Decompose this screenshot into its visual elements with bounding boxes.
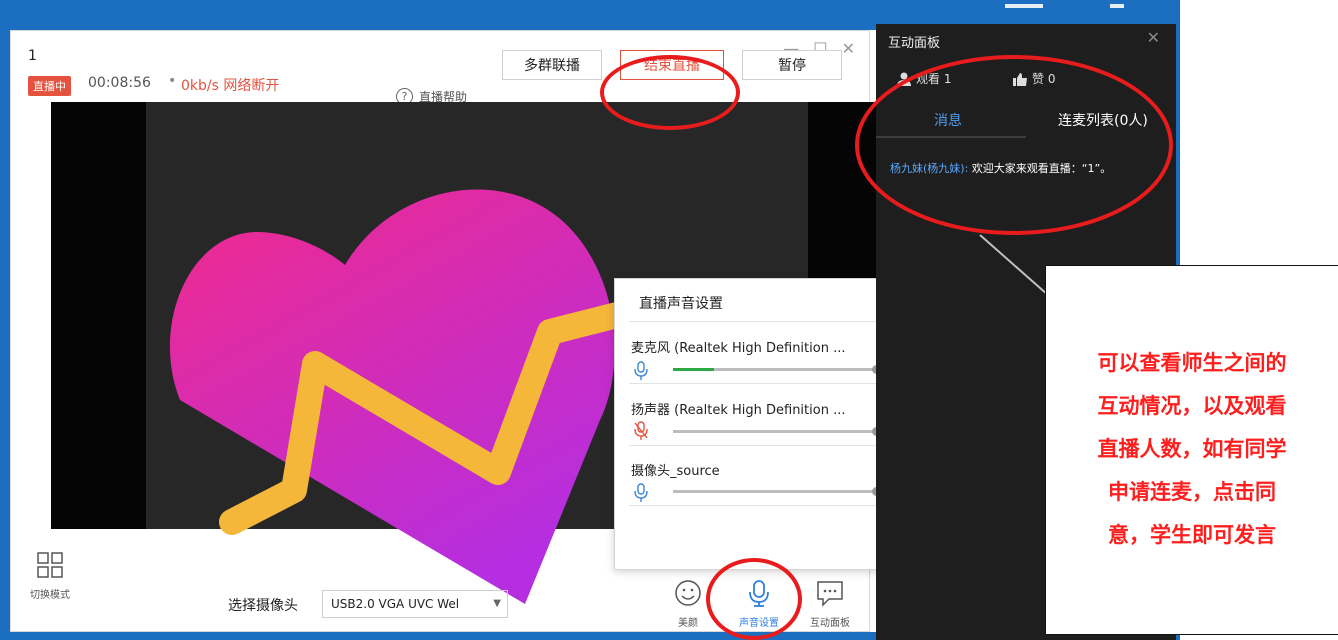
annotation-line: 互动情况，以及观看 xyxy=(1097,394,1287,418)
annotation-line: 意，学生即可发言 xyxy=(1108,523,1276,547)
annotation-line: 可以查看师生之间的 xyxy=(1097,351,1287,375)
annotation-text: 可以查看师生之间的 互动情况，以及观看 直播人数，如有同学 申请连麦，点击同 意… xyxy=(1062,342,1322,557)
annotation-line: 直播人数，如有同学 xyxy=(1097,437,1287,461)
annotation-line: 申请连麦，点击同 xyxy=(1108,480,1276,504)
